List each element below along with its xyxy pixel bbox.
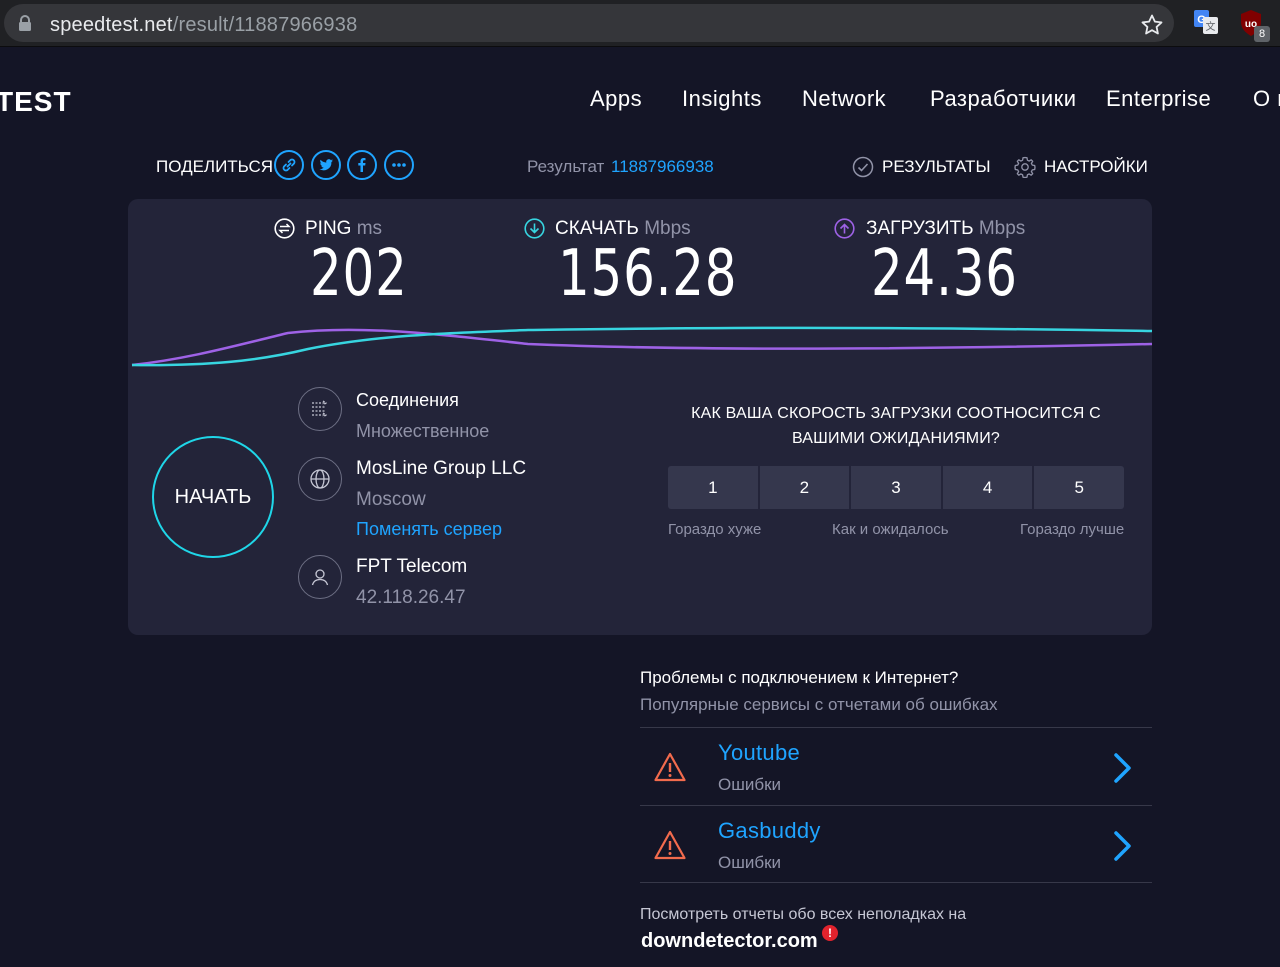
isp-name: FPT Telecom (356, 556, 468, 577)
site-logo[interactable]: TEST (0, 86, 72, 118)
host-city: Moscow (356, 489, 426, 510)
nav-apps[interactable]: Apps (590, 86, 642, 112)
svg-text:文: 文 (1206, 20, 1216, 33)
twitter-icon[interactable] (311, 150, 341, 180)
service-name[interactable]: Gasbuddy (718, 818, 821, 844)
isp-ip: 42.118.26.47 (356, 587, 466, 608)
rating-low-label: Гораздо хуже (668, 521, 762, 538)
nav-insights[interactable]: Insights (682, 86, 762, 112)
url-text[interactable]: speedtest.net/result/11887966938 (50, 14, 357, 37)
upload-label: ЗАГРУЗИТЬ (866, 218, 974, 239)
browser-toolbar: speedtest.net/result/11887966938 G 文 uo … (0, 0, 1280, 47)
rating-option-2[interactable]: 2 (759, 466, 850, 509)
download-label: СКАЧАТЬ (555, 218, 639, 239)
more-icon[interactable] (384, 150, 414, 180)
service-row-youtube[interactable]: Youtube Ошибки (640, 727, 1152, 805)
extension-badge: 8 (1254, 26, 1270, 42)
problems-subtitle: Популярные сервисы с отчетами об ошибках (640, 695, 998, 714)
connections-icon[interactable] (298, 387, 342, 431)
upload-icon (834, 218, 855, 239)
nav-about[interactable]: О г (1253, 86, 1280, 112)
connections-title: Соединения (356, 390, 459, 410)
results-link[interactable]: РЕЗУЛЬТАТЫ (882, 157, 991, 177)
link-icon[interactable] (274, 150, 304, 180)
download-unit: Mbps (644, 218, 691, 239)
ping-value: 202 (310, 237, 408, 311)
rating-scale: 1 2 3 4 5 (668, 466, 1124, 509)
result-label: Результат (527, 157, 605, 176)
chevron-right-icon[interactable] (1112, 830, 1132, 862)
upload-unit: Mbps (978, 218, 1026, 239)
check-circle-icon[interactable] (852, 156, 874, 178)
share-label: ПОДЕЛИТЬСЯ (156, 157, 274, 176)
facebook-icon[interactable] (347, 150, 377, 180)
ping-unit: ms (356, 218, 383, 239)
lock-icon[interactable] (18, 15, 32, 31)
rating-high-label: Гораздо лучше (1020, 521, 1125, 538)
download-value: 156.28 (558, 237, 738, 311)
change-server-link[interactable]: Поменять сервер (356, 519, 502, 540)
translate-icon[interactable]: G 文 (1194, 10, 1218, 34)
service-status: Ошибки (718, 853, 782, 872)
go-button[interactable]: НАЧАТЬ (152, 436, 274, 558)
nav-network[interactable]: Network (802, 86, 886, 112)
rating-option-3[interactable]: 3 (851, 466, 941, 509)
downdetector-text: Посмотреть отчеты обо всех неполадках на (640, 906, 967, 923)
downdetector-logo[interactable]: downdetector.com (641, 930, 818, 953)
go-button-label: НАЧАТЬ (174, 486, 252, 508)
service-row-gasbuddy[interactable]: Gasbuddy Ошибки (640, 805, 1152, 883)
download-icon (524, 218, 545, 239)
rating-question: КАК ВАША СКОРОСТЬ ЗАГРУЗКИ СООТНОСИТСЯ С… (691, 405, 1101, 447)
address-bar[interactable]: speedtest.net/result/11887966938 (4, 4, 1174, 42)
rating-option-4[interactable]: 4 (942, 466, 1033, 509)
connections-value: Множественное (356, 421, 490, 441)
settings-link[interactable]: НАСТРОЙКИ (1044, 157, 1148, 177)
globe-icon (298, 457, 342, 501)
upload-curve (131, 328, 1152, 367)
problems-title: Проблемы с подключением к Интернет? (640, 668, 959, 687)
url-path: /result/11887966938 (172, 14, 358, 36)
result-id[interactable]: 11887966938 (611, 157, 714, 177)
rating-option-5[interactable]: 5 (1034, 466, 1124, 509)
upload-value: 24.36 (871, 237, 1018, 311)
speed-graph (131, 326, 1152, 367)
service-name[interactable]: Youtube (718, 740, 800, 766)
gear-icon[interactable] (1014, 156, 1036, 178)
url-host: speedtest.net (50, 14, 173, 36)
ping-label: PING (305, 218, 352, 239)
nav-enterprise[interactable]: Enterprise (1106, 86, 1211, 112)
rating-option-1[interactable]: 1 (668, 466, 758, 509)
service-status: Ошибки (718, 775, 782, 794)
chevron-right-icon[interactable] (1112, 752, 1132, 784)
rating-mid-label: Как и ожидалось (832, 521, 949, 538)
warning-icon (654, 830, 686, 860)
user-icon (298, 555, 342, 599)
warning-icon (654, 752, 686, 782)
nav-developers[interactable]: Разработчики (930, 86, 1077, 112)
results-panel: PING ms 202 СКАЧАТЬ Mbps 156.28 ЗАГРУЗИТ… (128, 199, 1152, 635)
alert-icon (822, 925, 838, 941)
ping-icon (274, 218, 295, 239)
star-icon[interactable] (1140, 13, 1164, 37)
host-name: MosLine Group LLC (356, 458, 527, 479)
